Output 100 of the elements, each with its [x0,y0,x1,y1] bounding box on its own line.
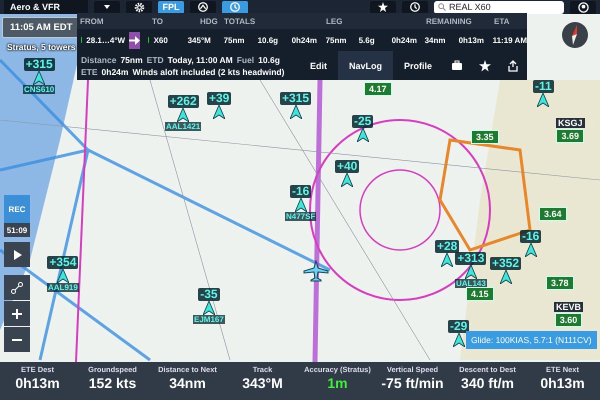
record-timer: 51:09 [4,223,30,237]
traffic-arrow-icon [500,270,512,284]
toolbar-button[interactable] [222,0,248,14]
traffic-callsign: EJM167 [193,315,225,324]
route-button[interactable] [4,275,30,300]
detail-value: Today, 11:00 AM [168,54,233,64]
traffic-altitude: -35 [198,288,220,301]
traffic-arrow-icon [464,265,477,279]
flight-plan-value: X60 [152,36,169,44]
traffic-callsign: UAL143 [455,279,487,288]
traffic-arrow-icon [177,108,190,122]
traffic-arrow-icon [537,93,550,107]
instrument-value: 152 kts [88,375,136,391]
panel-tab[interactable]: Profile [392,51,443,80]
caret-icon [104,5,110,9]
traffic-arrow-icon [202,301,215,315]
play-button[interactable] [4,242,30,267]
flight-plan-value: 5.6g [358,36,376,44]
flight-plan-value: 10.6g [256,36,280,44]
column-header: HDG [199,16,219,26]
traffic-arrow-icon [356,128,369,142]
traffic-arrow-icon [441,253,454,267]
settings-icon [134,2,144,12]
settings-button[interactable] [126,0,152,14]
account-button[interactable] [570,0,596,14]
panel-tab[interactable]: Edit [298,51,338,80]
traffic-altitude: +313 [455,252,486,265]
detail-label: ETE [81,66,98,76]
traffic-callsign: AAL919 [47,283,79,292]
traffic-arrow-icon [56,269,69,283]
traffic-arrow-icon [290,105,302,119]
column-header: REMAINING [425,16,473,26]
traffic-altitude: +315 [24,58,55,71]
weather-value-badge: 3.78 [546,276,574,290]
plus-icon [11,308,23,320]
toolbar-button[interactable] [190,0,216,14]
flight-plan-value: 0h24m [390,36,418,44]
weather-value-badge: 3.64 [539,207,567,221]
flight-plan-value: 75nm [324,36,348,44]
weather-value-badge: 3.35 [471,130,499,144]
profile-icon [578,2,588,12]
instrument-value: -75 ft/min [381,375,444,391]
search-field[interactable]: REAL X60 [434,0,564,14]
timer-icon [229,1,241,13]
glide-banner: Glide: 100KIAS, 5.7:1 (N111CV) [466,331,597,349]
traffic-altitude: +39 [207,92,232,105]
zoom-out-button[interactable] [4,327,30,352]
favorites-button[interactable] [370,0,396,14]
traffic-altitude: -25 [352,115,374,128]
direct-to-button[interactable] [129,32,140,48]
detail-label: Fuel [236,54,254,64]
detail-label: Distance [81,54,116,64]
flight-plan-value: 34nm [424,36,446,44]
column-header: TOTALS [223,16,256,26]
star-icon [479,60,491,72]
flight-plan-value: 75nm [222,36,246,44]
compass-icon[interactable] [561,21,589,49]
weather-value-badge: 3.60 [554,313,582,327]
instrument-value: 343°M [242,375,283,391]
flight-plan-value: 0h24m [290,36,318,44]
traffic-altitude: +352 [490,257,522,270]
flight-plan-value: 0h13m [458,36,485,44]
detail-label: ETD [146,54,164,64]
panel-tab[interactable]: NavLog [338,51,393,80]
instrument-value: 0h13m [540,375,585,391]
play-icon [11,248,23,260]
traffic-altitude: +354 [47,256,78,269]
detail-value: Winds aloft included (2 kts headwind) [132,66,284,76]
traffic-callsign: AAL1421 [165,122,202,131]
traffic-arrow-icon [524,243,537,257]
instrument-value: 340 ft/m [461,375,514,391]
traffic-altitude: +315 [280,92,312,105]
star-icon [378,2,388,12]
weather-value-badge: 4.15 [466,287,494,301]
briefcase-icon [451,60,463,72]
airport-identifier: KSGJ [556,118,585,128]
layer-selector[interactable]: Aero & VFR [4,0,88,14]
connection-status: Stratus, 5 towers [6,42,76,52]
weather-value-badge: 4.17 [364,82,392,96]
traffic-arrow-icon [452,333,465,347]
share-icon [507,60,519,72]
history-button[interactable] [402,0,428,14]
instrument-value: 0h13m [15,375,60,391]
traffic-altitude: -29 [448,320,470,333]
traffic-altitude: +262 [168,95,199,108]
column-header: FROM [79,16,105,26]
traffic-arrow-icon [341,173,354,187]
clock-icon [409,1,421,13]
caret-button[interactable] [94,0,120,14]
instrument-value: 1m [327,375,348,391]
traffic-altitude: -16 [520,230,542,243]
traffic-altitude: +28 [435,240,460,253]
column-header: LEG [325,16,344,26]
traffic-arrow-icon [33,71,46,85]
detail-value: 75nm [120,54,143,64]
zoom-in-button[interactable] [4,301,30,326]
detail-value: 0h24m [102,66,128,76]
arrow-icon [129,36,140,44]
traffic-arrow-icon [213,105,226,119]
detail-value: 10.6g [258,54,280,64]
